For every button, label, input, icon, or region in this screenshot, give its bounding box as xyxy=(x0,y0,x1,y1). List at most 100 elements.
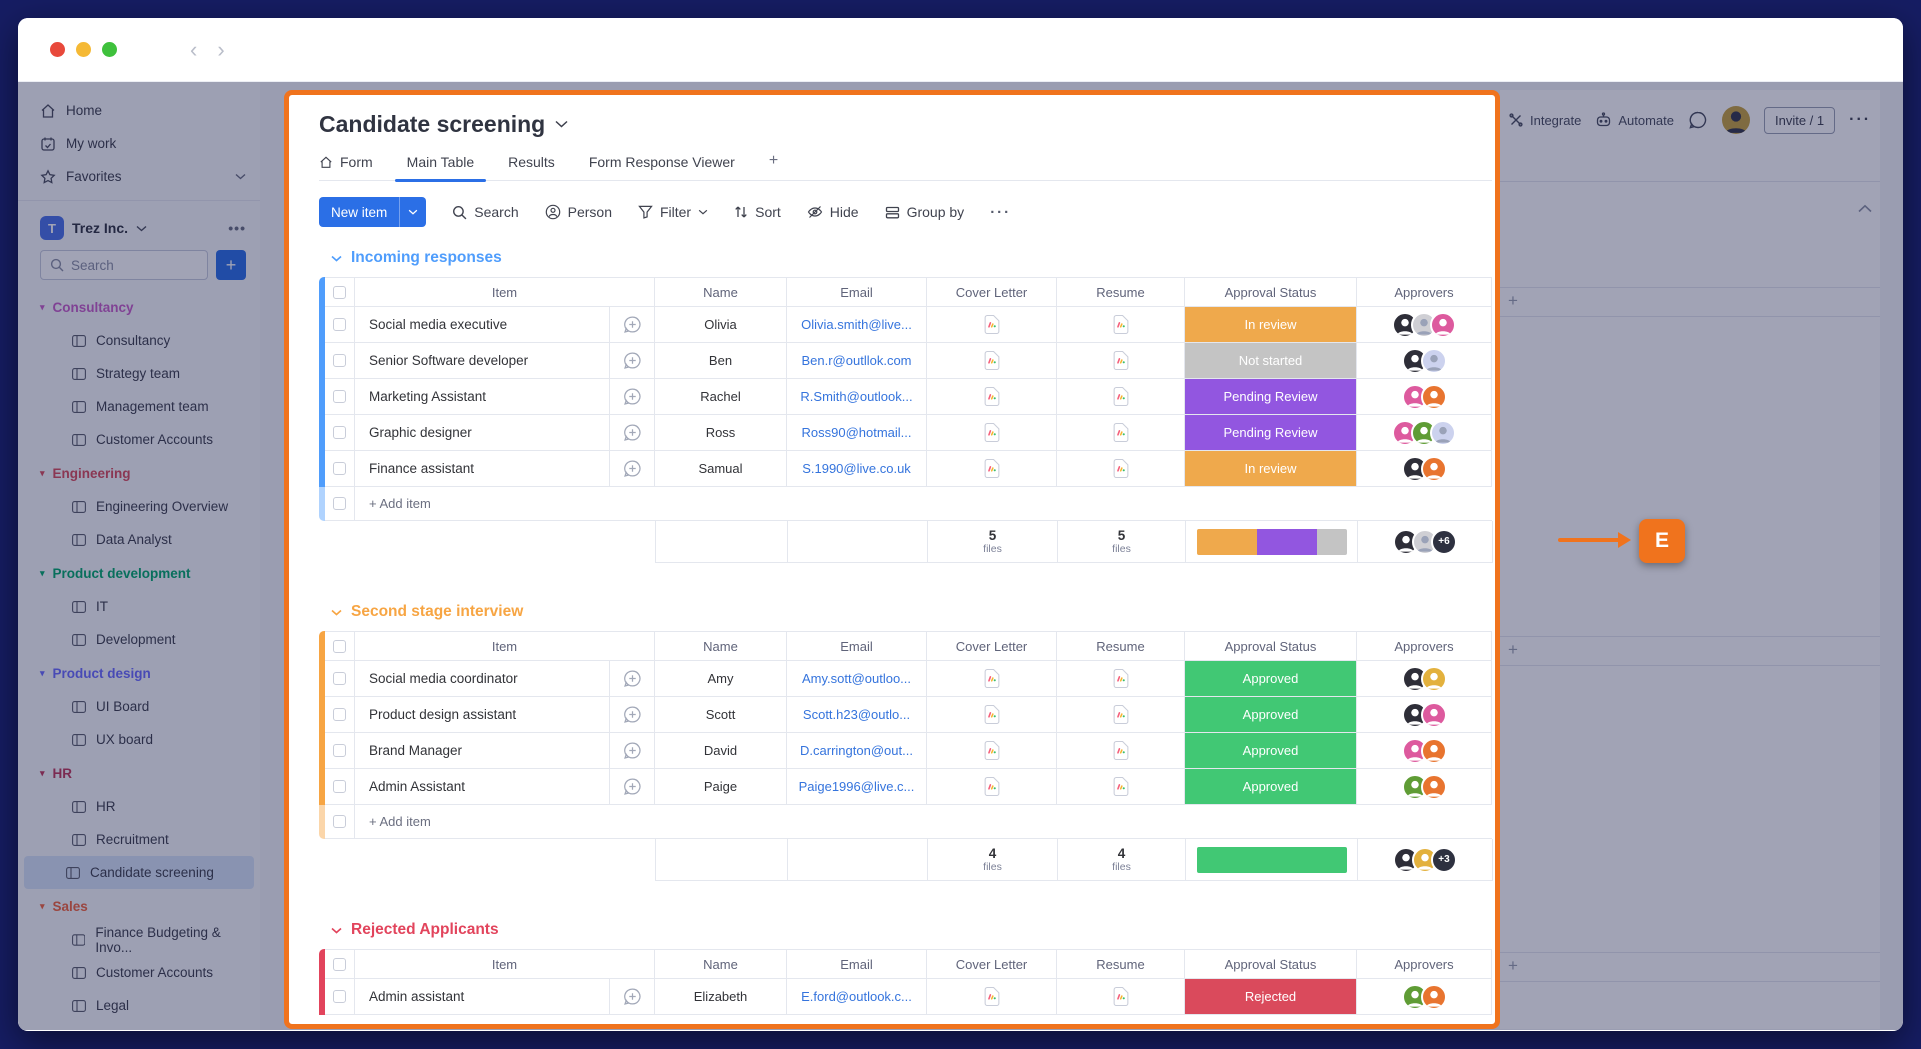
status-cell[interactable]: Approved xyxy=(1185,769,1357,805)
add-update-button[interactable] xyxy=(610,379,655,415)
group-title[interactable]: Incoming responses xyxy=(331,249,1495,267)
search-button[interactable]: Search xyxy=(452,204,518,220)
row-checkbox[interactable] xyxy=(333,744,346,757)
hide-button[interactable]: Hide xyxy=(807,204,859,220)
approver-avatar[interactable] xyxy=(1421,984,1447,1010)
item-name-cell[interactable]: Social media executive xyxy=(355,307,610,343)
status-cell[interactable]: In review xyxy=(1185,307,1357,343)
select-all-checkbox[interactable] xyxy=(333,286,346,299)
add-update-button[interactable] xyxy=(610,451,655,487)
status-cell[interactable]: Approved xyxy=(1185,733,1357,769)
add-update-button[interactable] xyxy=(610,307,655,343)
group-title[interactable]: Second stage interview xyxy=(331,603,1495,621)
email-link[interactable]: R.Smith@outlook... xyxy=(787,379,927,415)
status-distribution-bar[interactable] xyxy=(1186,521,1358,563)
approver-avatar[interactable] xyxy=(1421,348,1447,374)
cover-letter-file[interactable] xyxy=(927,733,1057,769)
zoom-window-button[interactable] xyxy=(102,42,117,57)
chevron-down-icon[interactable] xyxy=(555,120,568,128)
column-header-cover-letter[interactable]: Cover Letter xyxy=(927,277,1057,307)
filter-button[interactable]: Filter xyxy=(638,204,708,220)
add-update-button[interactable] xyxy=(610,343,655,379)
sort-button[interactable]: Sort xyxy=(734,204,781,220)
approver-avatar[interactable] xyxy=(1421,774,1447,800)
column-header-approval-status[interactable]: Approval Status xyxy=(1185,949,1357,979)
email-link[interactable]: Olivia.smith@live... xyxy=(787,307,927,343)
tab-form[interactable]: Form xyxy=(319,154,373,180)
add-view-tab[interactable]: + xyxy=(769,152,778,180)
row-checkbox[interactable] xyxy=(333,426,346,439)
approver-avatar[interactable] xyxy=(1421,702,1447,728)
column-header-cover-letter[interactable]: Cover Letter xyxy=(927,631,1057,661)
resume-file[interactable] xyxy=(1057,661,1185,697)
column-header-name[interactable]: Name xyxy=(655,631,787,661)
tab-results[interactable]: Results xyxy=(508,154,555,180)
board-title[interactable]: Candidate screening xyxy=(319,111,545,138)
column-header-approvers[interactable]: Approvers xyxy=(1357,949,1492,979)
resume-file[interactable] xyxy=(1057,415,1185,451)
column-header-resume[interactable]: Resume xyxy=(1057,949,1185,979)
name-cell[interactable]: David xyxy=(655,733,787,769)
add-update-button[interactable] xyxy=(610,733,655,769)
email-link[interactable]: D.carrington@out... xyxy=(787,733,927,769)
approvers-cell[interactable] xyxy=(1357,343,1492,379)
resume-file[interactable] xyxy=(1057,307,1185,343)
close-window-button[interactable] xyxy=(50,42,65,57)
approver-avatar[interactable] xyxy=(1421,456,1447,482)
select-all-checkbox[interactable] xyxy=(333,640,346,653)
resume-file[interactable] xyxy=(1057,451,1185,487)
tab-form-response-viewer[interactable]: Form Response Viewer xyxy=(589,154,735,180)
row-checkbox[interactable] xyxy=(333,990,346,1003)
name-cell[interactable]: Rachel xyxy=(655,379,787,415)
name-cell[interactable]: Elizabeth xyxy=(655,979,787,1015)
avatar-overflow-badge[interactable]: +6 xyxy=(1431,529,1457,555)
approvers-cell[interactable] xyxy=(1357,697,1492,733)
approvers-cell[interactable] xyxy=(1357,979,1492,1015)
status-cell[interactable]: Not started xyxy=(1185,343,1357,379)
column-header-approvers[interactable]: Approvers xyxy=(1357,631,1492,661)
item-name-cell[interactable]: Admin Assistant xyxy=(355,769,610,805)
item-name-cell[interactable]: Social media coordinator xyxy=(355,661,610,697)
item-name-cell[interactable]: Marketing Assistant xyxy=(355,379,610,415)
column-header-item[interactable]: Item xyxy=(355,631,655,661)
row-checkbox[interactable] xyxy=(333,318,346,331)
person-filter-button[interactable]: Person xyxy=(545,204,612,220)
approvers-summary[interactable]: +6 xyxy=(1358,521,1493,563)
row-checkbox[interactable] xyxy=(333,390,346,403)
email-link[interactable]: Ross90@hotmail... xyxy=(787,415,927,451)
nav-back-icon[interactable]: ‹ xyxy=(190,39,197,61)
status-distribution-bar[interactable] xyxy=(1186,839,1358,881)
row-checkbox[interactable] xyxy=(333,354,346,367)
resume-file[interactable] xyxy=(1057,379,1185,415)
approvers-cell[interactable] xyxy=(1357,769,1492,805)
email-link[interactable]: Ben.r@outllok.com xyxy=(787,343,927,379)
column-header-approvers[interactable]: Approvers xyxy=(1357,277,1492,307)
email-link[interactable]: E.ford@outlook.c... xyxy=(787,979,927,1015)
approver-avatar[interactable] xyxy=(1421,666,1447,692)
column-header-resume[interactable]: Resume xyxy=(1057,277,1185,307)
cover-letter-file[interactable] xyxy=(927,307,1057,343)
add-update-button[interactable] xyxy=(610,769,655,805)
column-header-email[interactable]: Email xyxy=(787,277,927,307)
name-cell[interactable]: Paige xyxy=(655,769,787,805)
approver-avatar[interactable] xyxy=(1430,420,1456,446)
column-header-name[interactable]: Name xyxy=(655,277,787,307)
item-name-cell[interactable]: Admin assistant xyxy=(355,979,610,1015)
column-header-item[interactable]: Item xyxy=(355,949,655,979)
avatar-overflow-badge[interactable]: +3 xyxy=(1431,847,1457,873)
select-all-checkbox[interactable] xyxy=(333,958,346,971)
row-checkbox[interactable] xyxy=(333,780,346,793)
resume-file[interactable] xyxy=(1057,769,1185,805)
status-cell[interactable]: Approved xyxy=(1185,661,1357,697)
row-checkbox[interactable] xyxy=(333,708,346,721)
email-link[interactable]: Amy.sott@outloo... xyxy=(787,661,927,697)
cover-letter-file[interactable] xyxy=(927,979,1057,1015)
approvers-cell[interactable] xyxy=(1357,661,1492,697)
name-cell[interactable]: Scott xyxy=(655,697,787,733)
approver-avatar[interactable] xyxy=(1421,384,1447,410)
item-name-cell[interactable]: Brand Manager xyxy=(355,733,610,769)
cover-letter-file[interactable] xyxy=(927,343,1057,379)
column-header-item[interactable]: Item xyxy=(355,277,655,307)
status-cell[interactable]: Approved xyxy=(1185,697,1357,733)
cover-letter-file[interactable] xyxy=(927,697,1057,733)
